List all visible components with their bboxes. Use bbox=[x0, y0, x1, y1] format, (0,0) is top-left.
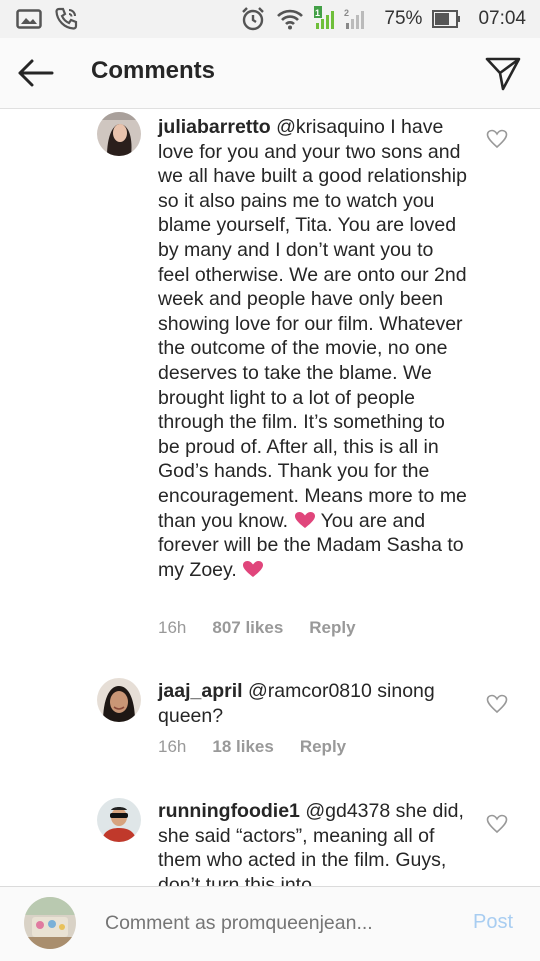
comment-meta: 16h 807 likes Reply bbox=[158, 618, 382, 638]
page-title: Comments bbox=[91, 57, 216, 84]
reply-button[interactable]: Reply bbox=[300, 737, 346, 757]
wifi-icon bbox=[277, 9, 304, 30]
heart-emoji-icon bbox=[243, 560, 264, 577]
comment-username[interactable]: juliabarretto bbox=[158, 116, 271, 138]
post-button[interactable]: Post bbox=[473, 911, 513, 934]
comments-list[interactable]: juliabarretto @krisaquino I have love fo… bbox=[0, 108, 540, 886]
comment-text: jaaj_april @ramcor0810 sinong queen? bbox=[158, 679, 468, 728]
avatar[interactable] bbox=[97, 112, 141, 156]
app-bar: Comments bbox=[0, 38, 540, 109]
comment-time: 16h bbox=[158, 618, 187, 637]
gallery-icon bbox=[16, 9, 42, 29]
mention[interactable]: @gd4378 bbox=[305, 800, 390, 822]
comment-composer: Post bbox=[0, 886, 540, 961]
like-heart-icon[interactable] bbox=[486, 129, 508, 149]
battery-percent: 75% bbox=[384, 8, 423, 29]
like-heart-icon[interactable] bbox=[486, 814, 508, 834]
comment-username[interactable]: runningfoodie1 bbox=[158, 800, 300, 822]
avatar[interactable] bbox=[97, 798, 141, 842]
comment-username[interactable]: jaaj_april bbox=[158, 680, 243, 702]
status-bar: 1 2 75% 07:04 bbox=[0, 0, 540, 38]
svg-text:1: 1 bbox=[315, 8, 320, 18]
reply-button[interactable]: Reply bbox=[309, 618, 355, 638]
comment-meta: 16h 18 likes Reply bbox=[158, 737, 372, 757]
comment-time: 16h bbox=[158, 737, 187, 756]
alarm-icon bbox=[242, 7, 265, 31]
comment-text: runningfoodie1 @gd4378 she did, she said… bbox=[158, 799, 468, 886]
comment-text: juliabarretto @krisaquino I have love fo… bbox=[158, 115, 468, 582]
avatar[interactable] bbox=[97, 678, 141, 722]
comment-input[interactable] bbox=[105, 912, 445, 935]
paper-plane-icon[interactable] bbox=[484, 54, 522, 92]
clock: 07:04 bbox=[478, 8, 526, 29]
current-user-avatar bbox=[24, 897, 76, 949]
svg-text:2: 2 bbox=[344, 8, 349, 18]
heart-emoji-icon bbox=[294, 511, 315, 528]
mention[interactable]: @ramcor0810 bbox=[248, 680, 372, 702]
like-heart-icon[interactable] bbox=[486, 694, 508, 714]
mention[interactable]: @krisaquino bbox=[276, 116, 385, 138]
likes-count[interactable]: 18 likes bbox=[212, 737, 273, 757]
signal-icon: 1 2 bbox=[314, 6, 365, 29]
comment-body: I have love for you and your two sons an… bbox=[158, 116, 467, 532]
arrow-left-icon[interactable] bbox=[16, 56, 56, 90]
likes-count[interactable]: 807 likes bbox=[212, 618, 283, 638]
battery-icon bbox=[432, 10, 461, 28]
phone-icon bbox=[55, 7, 78, 30]
